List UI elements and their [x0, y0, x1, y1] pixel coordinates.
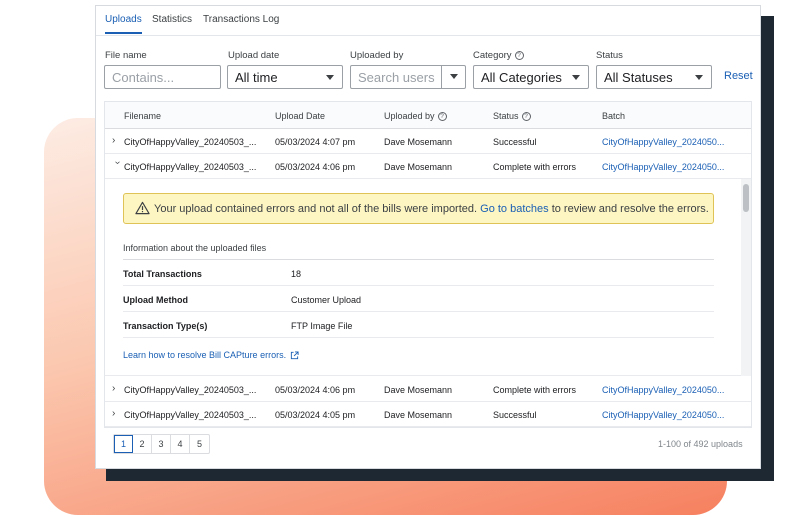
tab-uploads[interactable]: Uploads — [105, 14, 142, 34]
row-status: Successful — [493, 410, 537, 420]
page-button-2[interactable]: 2 — [133, 435, 152, 453]
info-section-title: Information about the uploaded files — [123, 243, 267, 253]
pagination: 1 2 3 4 5 — [113, 434, 210, 454]
table-header: Filename Upload Date Uploaded by? Status… — [105, 102, 751, 129]
row-upload-date: 05/03/2024 4:06 pm — [275, 162, 356, 172]
uploaded-by-label: Uploaded by — [350, 50, 404, 61]
row-upload-date: 05/03/2024 4:06 pm — [275, 385, 356, 395]
scrollbar-thumb[interactable] — [743, 184, 749, 212]
question-circle-icon[interactable]: ? — [437, 111, 447, 121]
uploaded-by-search[interactable]: Search users — [350, 65, 466, 89]
go-to-batches-link[interactable]: Go to batches — [480, 203, 549, 215]
caret-down-icon — [326, 75, 334, 80]
row-batch-link[interactable]: CityOfHappyValley_2024050... — [602, 385, 724, 395]
table-row[interactable]: › CityOfHappyValley_20240503_... 05/03/2… — [105, 402, 751, 427]
row-status: Complete with errors — [493, 385, 577, 395]
file-name-label: File name — [105, 50, 147, 61]
row-batch-link[interactable]: CityOfHappyValley_2024050... — [602, 162, 724, 172]
info-row: Upload Method Customer Upload — [123, 286, 714, 312]
row-batch-link[interactable]: CityOfHappyValley_2024050... — [602, 410, 724, 420]
row-uploaded-by: Dave Mosemann — [384, 385, 453, 395]
row-upload-date: 05/03/2024 4:07 pm — [275, 137, 356, 147]
page-button-4[interactable]: 4 — [171, 435, 190, 453]
tab-statistics[interactable]: Statistics — [152, 14, 192, 25]
column-header-batch: Batch — [602, 111, 626, 121]
chevron-right-icon[interactable]: › — [112, 409, 122, 419]
chevron-right-icon[interactable]: › — [112, 136, 122, 146]
tab-bar: Uploads Statistics Transactions Log — [96, 6, 760, 36]
learn-errors-link[interactable]: Learn how to resolve Bill CAPture errors… — [123, 350, 299, 360]
row-filename: CityOfHappyValley_20240503_... — [124, 162, 257, 172]
chevron-down-icon[interactable]: › — [112, 161, 123, 171]
page-button-3[interactable]: 3 — [152, 435, 171, 453]
page-button-1[interactable]: 1 — [114, 435, 133, 453]
upload-date-select[interactable]: All time — [227, 65, 343, 89]
uploads-table: Filename Upload Date Uploaded by? Status… — [104, 101, 752, 428]
column-header-upload-date: Upload Date — [275, 111, 326, 121]
caret-down-icon — [450, 74, 458, 79]
uploads-panel: Uploads Statistics Transactions Log File… — [95, 5, 761, 469]
row-filename: CityOfHappyValley_20240503_... — [124, 137, 257, 147]
row-filename: CityOfHappyValley_20240503_... — [124, 410, 257, 420]
upload-date-label: Upload date — [228, 50, 280, 61]
info-row: Transaction Type(s) FTP Image File — [123, 312, 714, 338]
scrollbar[interactable] — [741, 179, 751, 376]
row-status: Successful — [493, 137, 537, 147]
row-batch-link[interactable]: CityOfHappyValley_2024050... — [602, 137, 724, 147]
column-header-uploaded-by: Uploaded by? — [384, 111, 447, 121]
status-select[interactable]: All Statuses — [596, 65, 712, 89]
chevron-right-icon[interactable]: › — [112, 384, 122, 394]
reset-button[interactable]: Reset — [724, 70, 753, 82]
alert-text: Your upload contained errors and not all… — [154, 202, 709, 215]
table-row[interactable]: › CityOfHappyValley_20240503_... 05/03/2… — [105, 154, 751, 179]
column-header-status: Status? — [493, 111, 531, 121]
column-header-filename: Filename — [124, 111, 162, 121]
uploaded-by-dropdown-toggle[interactable] — [441, 66, 465, 88]
row-status: Complete with errors — [493, 162, 577, 172]
row-details-panel: Your upload contained errors and not all… — [105, 179, 741, 376]
results-count: 1-100 of 492 uploads — [658, 439, 743, 449]
external-link-icon — [290, 350, 299, 359]
row-uploaded-by: Dave Mosemann — [384, 162, 453, 172]
error-alert: Your upload contained errors and not all… — [123, 193, 714, 224]
table-row[interactable]: › CityOfHappyValley_20240503_... 05/03/2… — [105, 377, 751, 402]
tab-transactions-log[interactable]: Transactions Log — [203, 14, 279, 25]
question-circle-icon[interactable]: ? — [521, 111, 531, 121]
status-label: Status — [596, 50, 623, 61]
category-label: Category? — [473, 50, 524, 61]
table-row[interactable]: › CityOfHappyValley_20240503_... 05/03/2… — [105, 129, 751, 154]
question-circle-icon[interactable]: ? — [514, 51, 524, 60]
info-row: Total Transactions 18 — [123, 260, 714, 286]
caret-down-icon — [695, 75, 703, 80]
row-filename: CityOfHappyValley_20240503_... — [124, 385, 257, 395]
row-uploaded-by: Dave Mosemann — [384, 410, 453, 420]
category-select[interactable]: All Categories — [473, 65, 589, 89]
row-uploaded-by: Dave Mosemann — [384, 137, 453, 147]
caret-down-icon — [572, 75, 580, 80]
warning-triangle-icon — [135, 201, 150, 215]
file-name-input[interactable]: Contains... — [104, 65, 221, 89]
row-upload-date: 05/03/2024 4:05 pm — [275, 410, 356, 420]
page-button-5[interactable]: 5 — [190, 435, 209, 453]
